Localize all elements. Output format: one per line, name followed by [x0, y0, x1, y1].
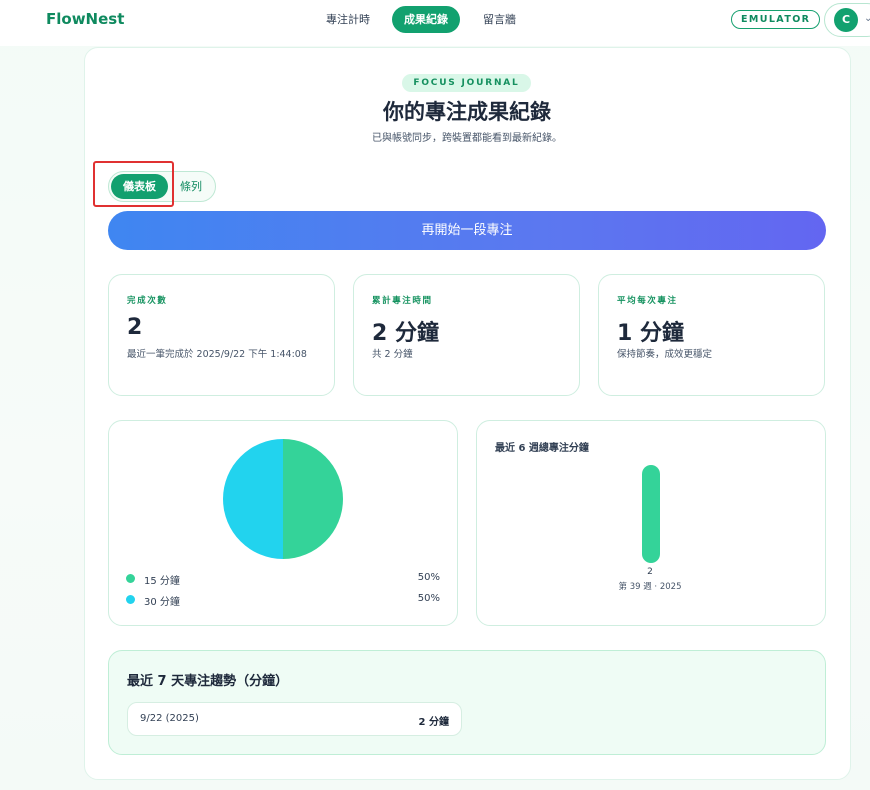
stat-label: 累計專注時間 — [372, 296, 433, 306]
weekly-chart-title: 最近 6 週總專注分鐘 — [495, 443, 589, 454]
emulator-badge: EMULATOR — [731, 10, 821, 29]
trend-row: 9/22 (2025) 2 分鐘 — [127, 702, 462, 736]
toggle-list-button[interactable]: 條列 — [174, 174, 208, 199]
highlight-annotation — [93, 161, 174, 207]
stat-value: 1 分鐘 — [617, 321, 684, 346]
nav-focus-timer[interactable]: 專注計時 — [314, 6, 382, 33]
legend-dot-icon — [126, 574, 135, 583]
trend-title: 最近 7 天專注趨勢（分鐘） — [127, 674, 289, 689]
page-subtitle: 已與帳號同步，跨裝置都能看到最新紀錄。 — [372, 133, 562, 144]
stat-label: 平均每次專注 — [617, 296, 678, 306]
avatar[interactable]: C — [834, 8, 858, 32]
bar-category-label: 第 39 週 · 2025 — [618, 582, 682, 592]
eyebrow-badge: FOCUS JOURNAL — [402, 74, 531, 92]
stat-note: 最近一筆完成於 2025/9/22 下午 1:44:08 — [127, 349, 307, 360]
weekly-bar — [642, 465, 660, 563]
pie-slice-0 — [283, 439, 343, 559]
stat-card-completions: 完成次數 2 最近一筆完成於 2025/9/22 下午 1:44:08 — [108, 274, 335, 396]
start-focus-button[interactable]: 再開始一段專注 — [108, 211, 826, 250]
stat-note: 共 2 分鐘 — [372, 349, 413, 360]
page-title: 你的專注成果紀錄 — [383, 100, 551, 124]
weekly-bar-chart — [642, 465, 660, 563]
pie-slice-1 — [223, 439, 283, 559]
trend-date: 9/22 (2025) — [140, 713, 199, 724]
legend-dot-icon — [126, 595, 135, 604]
brand-logo[interactable]: FlowNest — [46, 10, 124, 28]
distribution-pie-chart — [223, 439, 343, 559]
stat-value: 2 分鐘 — [372, 321, 439, 346]
nav-message-wall[interactable]: 留言牆 — [471, 6, 528, 33]
stat-label: 完成次數 — [127, 296, 168, 306]
legend-item: 15 分鐘 50% — [126, 572, 440, 587]
stat-value: 2 — [127, 315, 143, 340]
legend-label: 30 分鐘 — [144, 597, 180, 608]
legend-percent: 50% — [417, 572, 440, 583]
stat-card-total-time: 累計專注時間 2 分鐘 共 2 分鐘 — [353, 274, 580, 396]
chevron-down-icon[interactable]: ⌄ — [864, 13, 870, 24]
stat-note: 保持節奏，成效更穩定 — [617, 349, 713, 360]
legend-percent: 50% — [417, 593, 440, 604]
bar-value-label: 2 — [647, 567, 653, 577]
legend-item: 30 分鐘 50% — [126, 593, 440, 608]
nav-results[interactable]: 成果紀錄 — [392, 6, 460, 33]
legend-label: 15 分鐘 — [144, 576, 180, 587]
trend-minutes: 2 分鐘 — [418, 717, 449, 728]
stat-card-average: 平均每次專注 1 分鐘 保持節奏，成效更穩定 — [598, 274, 825, 396]
